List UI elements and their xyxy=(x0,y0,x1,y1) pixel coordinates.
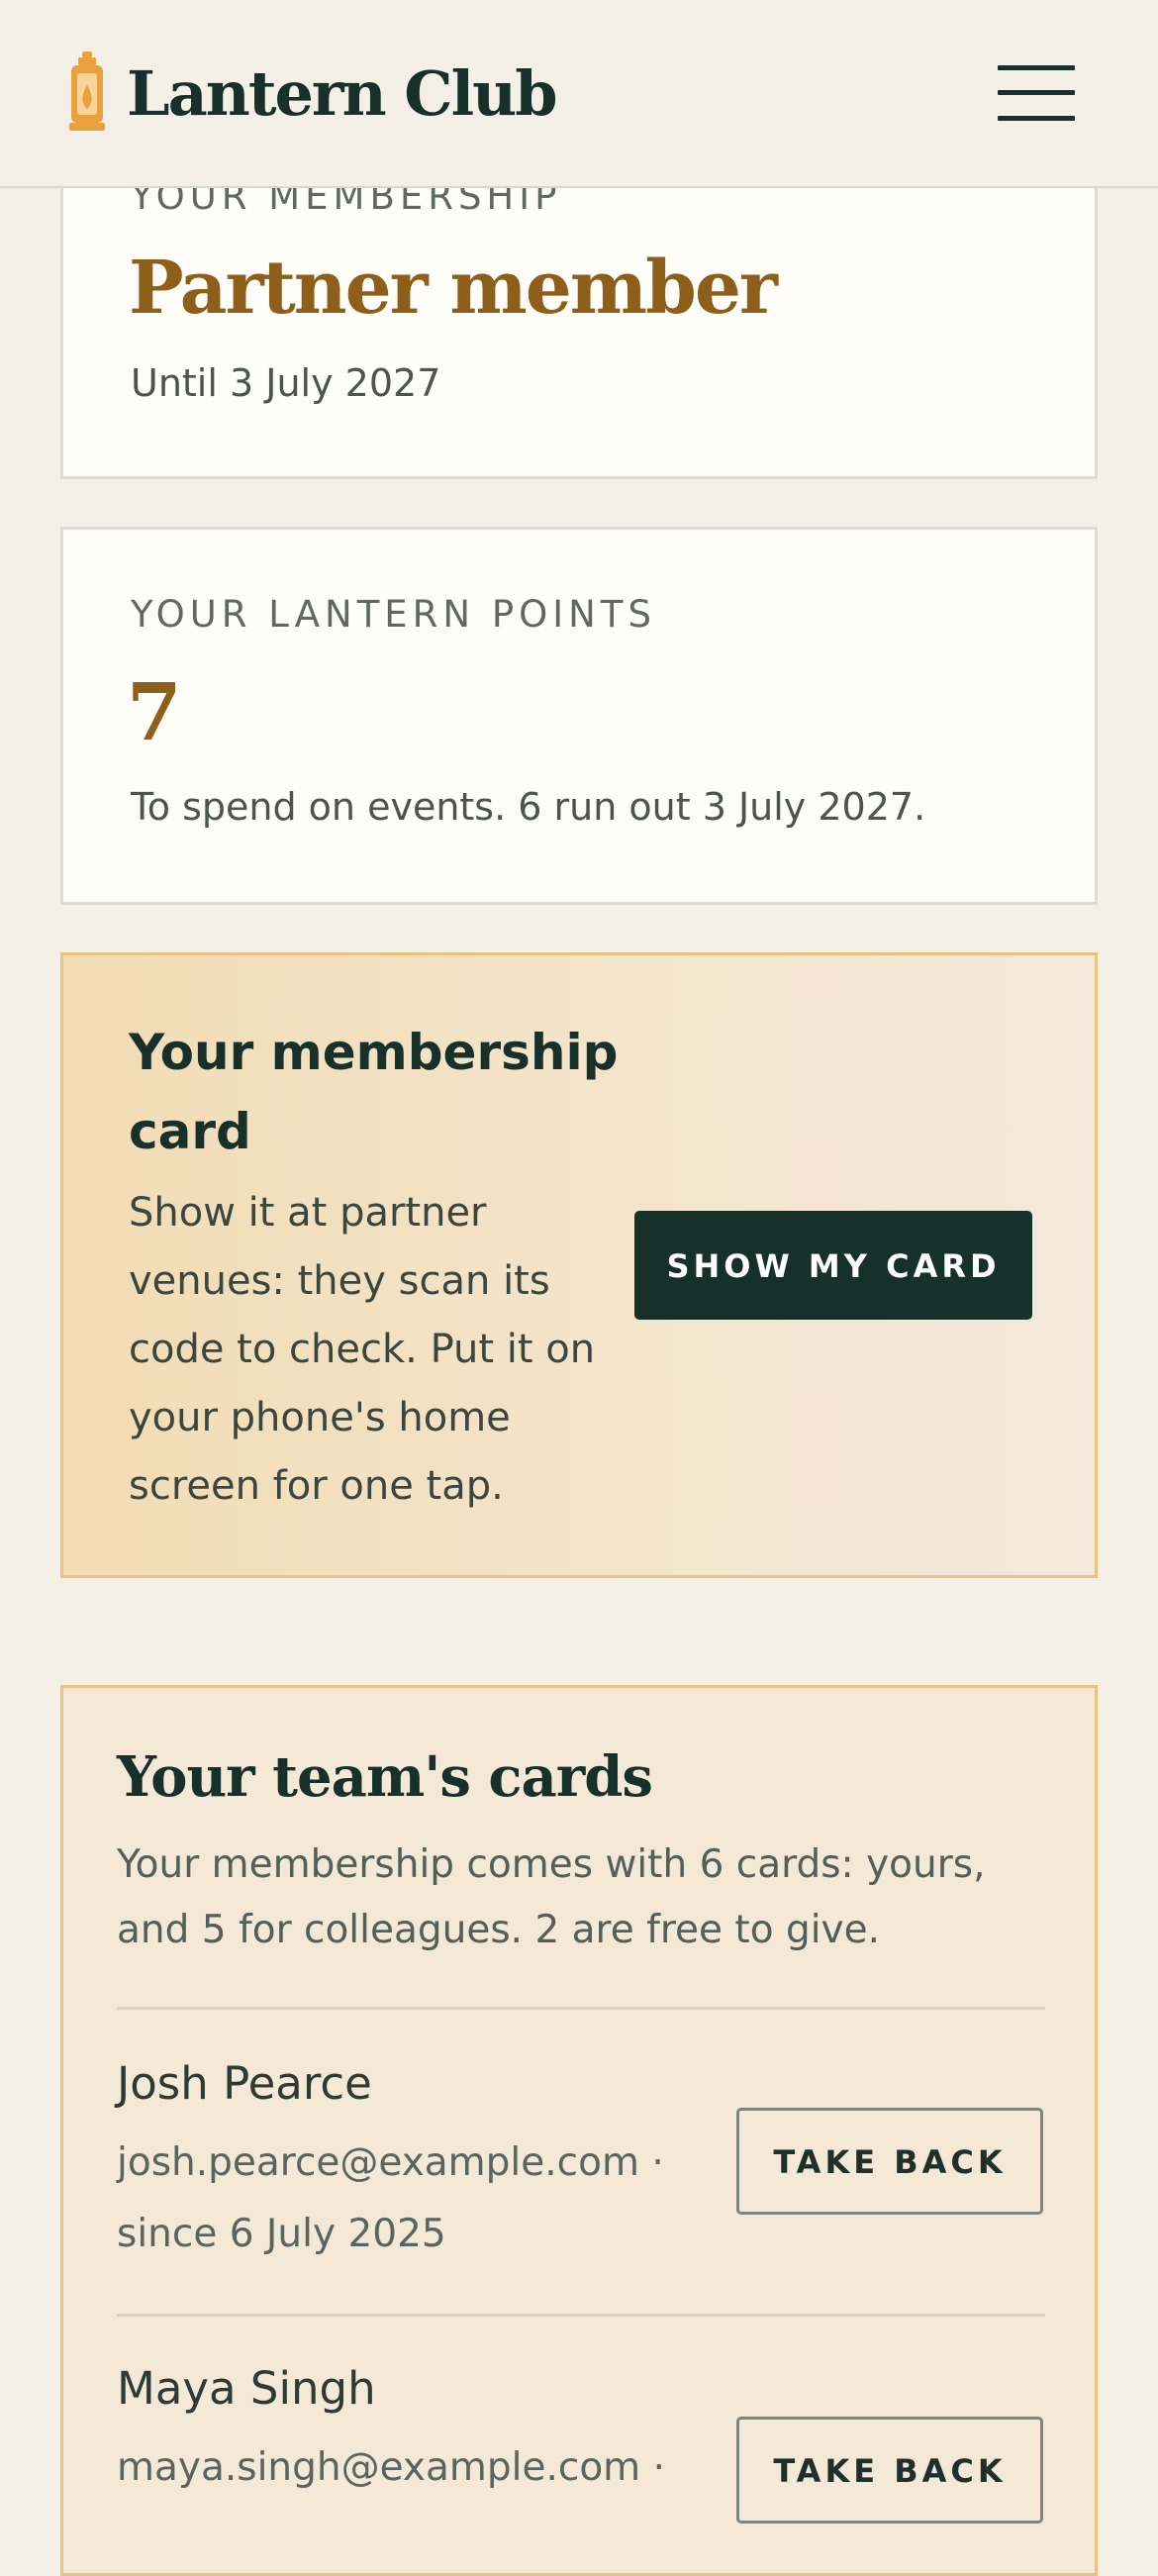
team-cards-title: Your team's cards xyxy=(117,1744,653,1810)
hamburger-menu-icon[interactable] xyxy=(998,65,1075,121)
team-cards-panel: Your team's cards Your membership comes … xyxy=(60,1685,1098,2576)
membership-tier-title: Partner member xyxy=(129,246,778,331)
points-value: 7 xyxy=(127,665,182,758)
membership-card-panel: Your membership card Show it at partner … xyxy=(60,952,1098,1578)
team-cards-description: Your membership comes with 6 cards: your… xyxy=(117,1842,986,1952)
take-back-button[interactable]: TAKE BACK xyxy=(736,2417,1043,2524)
team-member-name: Josh Pearce xyxy=(117,2057,372,2110)
points-note: To spend on events. 6 run out 3 July 202… xyxy=(131,785,926,829)
lantern-points-card: YOUR LANTERN POINTS 7 To spend on events… xyxy=(60,527,1098,905)
divider xyxy=(117,2314,1045,2317)
points-eyebrow: YOUR LANTERN POINTS xyxy=(131,593,656,636)
lantern-icon xyxy=(69,51,105,131)
team-member-meta: josh.pearce@example.com · since 6 July 2… xyxy=(117,2140,664,2256)
site-header: Lantern Club xyxy=(0,0,1158,188)
team-member-name: Maya Singh xyxy=(117,2362,376,2415)
membership-card-title: Your membership card xyxy=(129,1024,619,1160)
membership-card-description: Show it at partner venues: they scan its… xyxy=(129,1190,596,1509)
team-member-meta: maya.singh@example.com · xyxy=(117,2445,665,2490)
show-my-card-button[interactable]: SHOW MY CARD xyxy=(634,1211,1032,1320)
membership-expiry: Until 3 July 2027 xyxy=(131,361,441,405)
take-back-button[interactable]: TAKE BACK xyxy=(736,2108,1043,2215)
divider xyxy=(117,2007,1045,2010)
brand-name[interactable]: Lantern Club xyxy=(127,51,558,137)
